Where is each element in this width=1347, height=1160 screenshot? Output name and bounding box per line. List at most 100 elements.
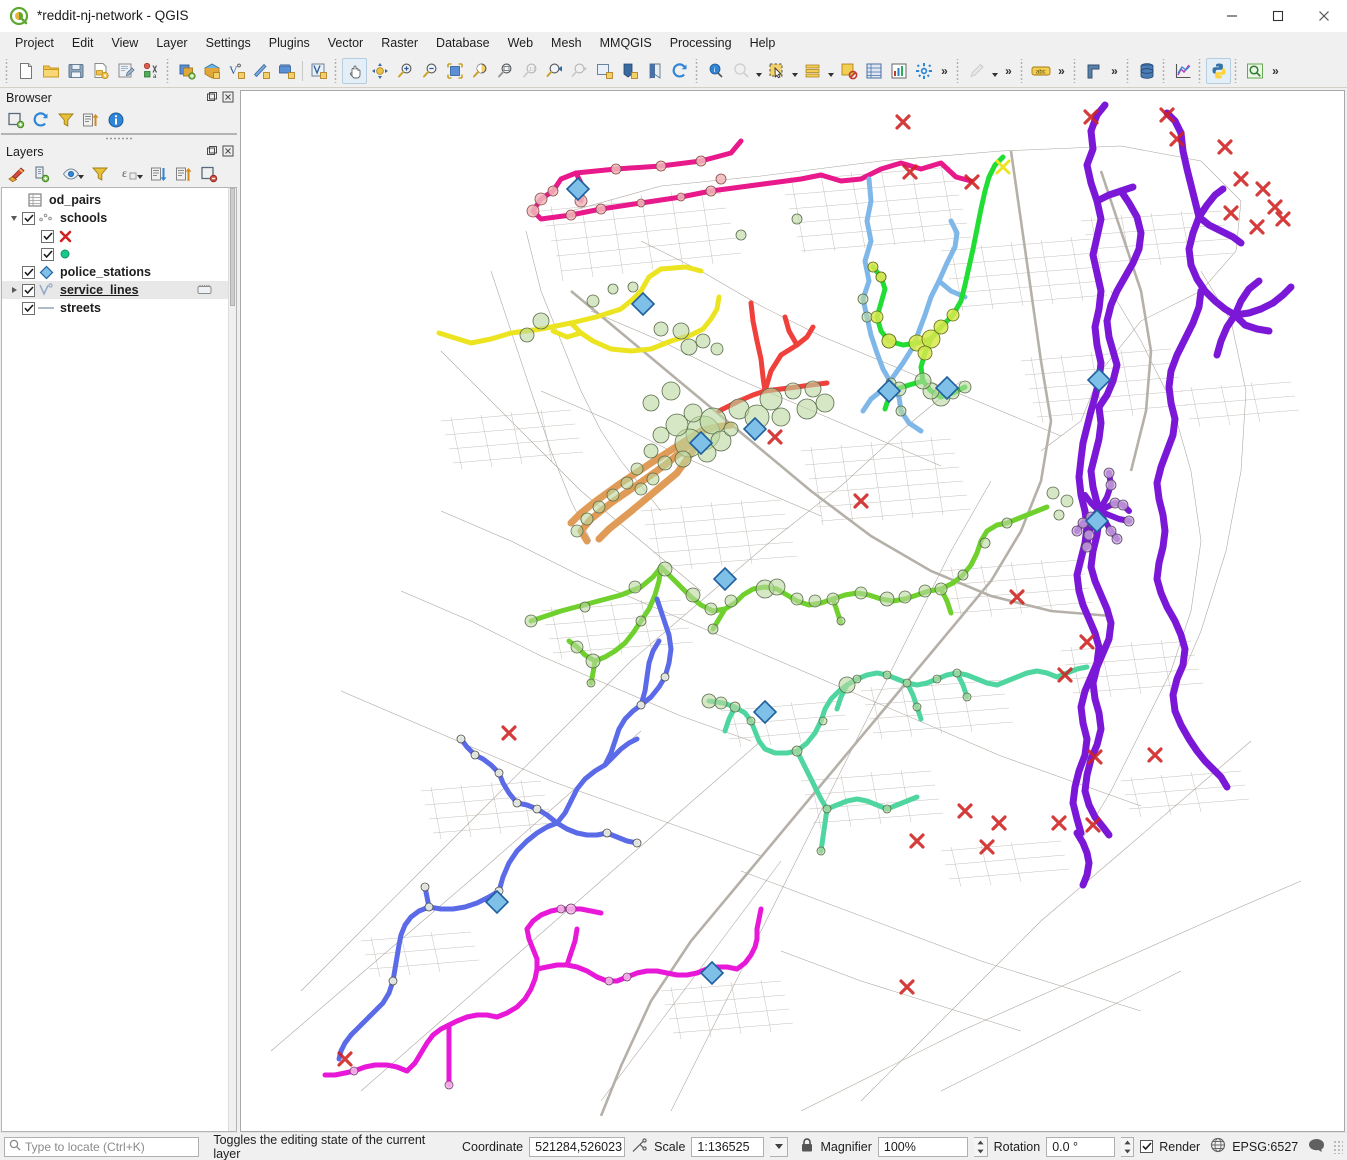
layer-symbol-school-open[interactable] [2, 245, 228, 263]
rotation-spinner[interactable] [1120, 1136, 1135, 1157]
style-manager-icon[interactable]: a [138, 58, 163, 84]
plot-icon[interactable] [1170, 58, 1195, 84]
menu-layer[interactable]: Layer [147, 34, 196, 52]
toolbar-grip[interactable] [1233, 58, 1240, 83]
refresh-icon[interactable] [667, 58, 692, 84]
layer-visibility-checkbox[interactable] [22, 283, 35, 297]
toolbar-grip[interactable] [333, 58, 340, 83]
zoom-out-icon[interactable] [417, 58, 442, 84]
identify-features-icon[interactable]: i [703, 58, 728, 84]
statistical-summary-icon[interactable] [886, 58, 911, 84]
menu-processing[interactable]: Processing [661, 34, 741, 52]
zoom-layer-icon[interactable] [492, 58, 517, 84]
save-project-icon[interactable] [63, 58, 88, 84]
metasearch-icon[interactable] [1242, 58, 1267, 84]
message-log-icon[interactable] [1308, 1138, 1325, 1156]
render-checkbox[interactable] [1140, 1140, 1154, 1153]
measure-line-icon[interactable] [728, 58, 753, 84]
menu-view[interactable]: View [102, 34, 147, 52]
locate-bar[interactable]: Type to locate (Ctrl+K) [4, 1136, 200, 1157]
toolbar-grip[interactable] [4, 58, 11, 83]
zoom-full-icon[interactable] [442, 58, 467, 84]
layers-vertical-scrollbar[interactable] [228, 188, 236, 1131]
browser-tree[interactable]: C:\ E:\ [1, 133, 237, 135]
menu-plugins[interactable]: Plugins [260, 34, 319, 52]
layers-scroll-thumb[interactable] [230, 188, 235, 306]
minimize-button[interactable] [1209, 0, 1255, 32]
toolbar-grip[interactable] [955, 58, 962, 83]
add-delimited-text-layer-icon[interactable]: V [224, 58, 249, 84]
pan-map-icon[interactable] [342, 57, 367, 84]
toolbar-grip[interactable] [1019, 58, 1026, 83]
attributes-overflow-icon[interactable]: » [936, 58, 953, 84]
filter-icon[interactable] [54, 109, 78, 131]
label-toolbar-icon[interactable]: abc [1028, 58, 1053, 84]
scroll-right-arrow-icon[interactable] [208, 133, 222, 134]
coordinate-input[interactable]: 521284,526023 [529, 1136, 626, 1157]
layer-item-police-stations[interactable]: police_stations [2, 263, 228, 281]
globe-icon[interactable] [1210, 1137, 1226, 1156]
menu-mesh[interactable]: Mesh [542, 34, 591, 52]
deselect-all-icon[interactable] [836, 58, 861, 84]
new-map-view-icon[interactable] [592, 58, 617, 84]
zoom-last-icon[interactable] [542, 58, 567, 84]
refresh-icon[interactable] [29, 109, 53, 131]
magnifier-spinner[interactable] [973, 1136, 988, 1157]
metasearch-overflow-icon[interactable]: » [1267, 58, 1284, 84]
maximize-button[interactable] [1255, 0, 1301, 32]
lock-scale-icon[interactable] [800, 1137, 814, 1156]
symbol-visibility-checkbox[interactable] [41, 229, 54, 243]
browser-undock-icon[interactable] [205, 90, 218, 103]
snapping-overflow-icon[interactable]: » [1106, 58, 1123, 84]
show-bookmarks-icon[interactable] [642, 58, 667, 84]
layers-undock-icon[interactable] [205, 144, 218, 157]
rotation-input[interactable]: 0.0 ° [1046, 1136, 1115, 1157]
expression-filter-icon[interactable]: ε [113, 163, 146, 185]
resize-grip[interactable] [1333, 1139, 1343, 1154]
scroll-left-arrow-icon[interactable] [2, 133, 16, 134]
zoom-native-icon[interactable]: 1:1 [517, 58, 542, 84]
layer-item-streets[interactable]: streets [2, 299, 228, 317]
layer-symbol-school-closed[interactable] [2, 227, 228, 245]
spinner-down-arrow-icon[interactable] [974, 1147, 987, 1156]
properties-icon[interactable] [104, 109, 128, 131]
spinner-down-arrow-icon[interactable] [1121, 1147, 1134, 1156]
collapse-all-icon[interactable] [79, 109, 103, 131]
menu-vector[interactable]: Vector [319, 34, 372, 52]
chevron-down-icon[interactable] [6, 215, 22, 221]
toggle-editing-icon[interactable] [964, 58, 989, 84]
open-attribute-table-icon[interactable] [861, 58, 886, 84]
add-mesh-layer-icon[interactable] [274, 58, 299, 84]
add-layer-icon[interactable] [4, 109, 28, 131]
symbol-visibility-checkbox[interactable] [41, 247, 54, 261]
menu-raster[interactable]: Raster [372, 34, 427, 52]
filter-legend-icon[interactable] [88, 163, 112, 185]
menu-web[interactable]: Web [499, 34, 542, 52]
chevron-right-icon[interactable] [6, 287, 22, 293]
scroll-up-arrow-icon[interactable] [223, 134, 237, 135]
scroll-down-arrow-icon[interactable] [223, 133, 237, 134]
add-wms-layer-icon[interactable] [249, 58, 274, 84]
menu-project[interactable]: Project [6, 34, 63, 52]
menu-edit[interactable]: Edit [63, 34, 103, 52]
layer-item-od-pairs[interactable]: od_pairs [2, 191, 228, 209]
pan-to-selection-icon[interactable] [367, 58, 392, 84]
menu-settings[interactable]: Settings [197, 34, 260, 52]
layer-item-service-lines[interactable]: service_lines [2, 281, 228, 299]
new-print-layout-icon[interactable] [113, 58, 138, 84]
new-virtual-layer-icon[interactable] [306, 58, 331, 84]
panel-splitter[interactable] [0, 135, 238, 142]
layers-tree[interactable]: od_pairs schools police_stations service… [1, 187, 237, 1132]
python-console-icon[interactable] [1206, 57, 1231, 84]
add-vector-layer-icon[interactable] [199, 58, 224, 84]
open-project-icon[interactable] [38, 58, 63, 84]
expand-all-icon[interactable] [147, 163, 171, 185]
data-source-manager-icon[interactable] [174, 58, 199, 84]
zoom-next-icon[interactable] [567, 58, 592, 84]
toolbar-grip[interactable] [1125, 58, 1132, 83]
menu-help[interactable]: Help [741, 34, 785, 52]
new-project-icon[interactable] [13, 58, 38, 84]
browser-close-icon[interactable] [221, 90, 234, 103]
zoom-in-icon[interactable] [392, 58, 417, 84]
spinner-up-arrow-icon[interactable] [974, 1138, 987, 1147]
